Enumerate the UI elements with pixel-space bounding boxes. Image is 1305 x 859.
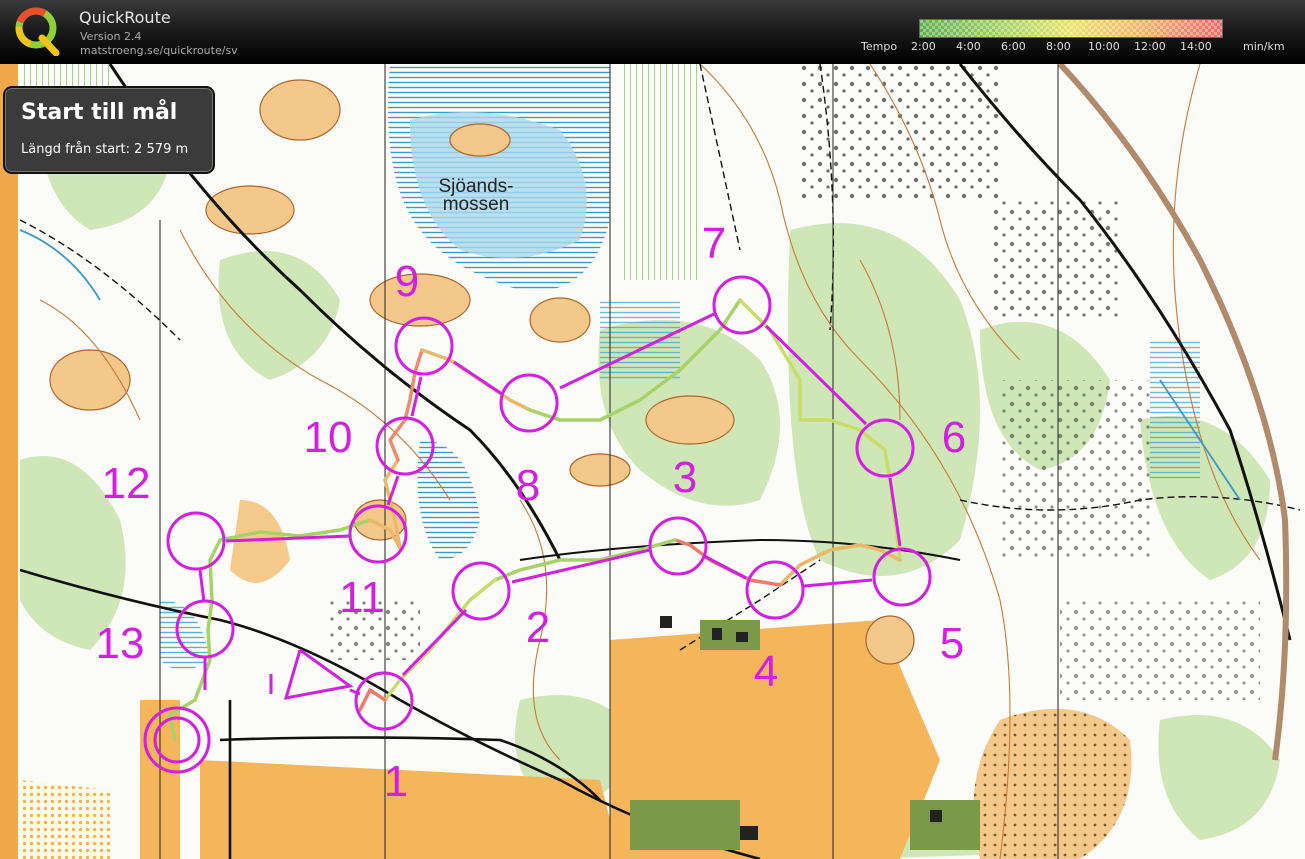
control-number: 4 xyxy=(754,647,778,696)
pace-tick: 8:00 xyxy=(1046,40,1071,53)
title-bar: QuickRoute Version 2.4 matstroeng.se/qui… xyxy=(0,0,1305,64)
undergrowth-area xyxy=(620,64,700,280)
info-length: Längd från start: 2 579 m xyxy=(21,142,189,157)
control-number: 3 xyxy=(673,453,697,502)
info-panel: Start till mål Längd från start: 2 579 m xyxy=(3,86,215,174)
stony-ground xyxy=(990,200,1120,320)
control-number: 12 xyxy=(102,459,151,508)
control-number: 6 xyxy=(942,413,966,462)
info-title: Start till mål xyxy=(21,100,178,125)
pace-tick: 6:00 xyxy=(1001,40,1026,53)
app-url[interactable]: matstroeng.se/quickroute/sv xyxy=(80,44,238,57)
pace-tick: 10:00 xyxy=(1088,40,1120,53)
control-number: 2 xyxy=(526,603,550,652)
marsh-area xyxy=(600,300,680,380)
control-number: 7 xyxy=(702,219,726,268)
control-number: 1 xyxy=(384,757,408,806)
pace-tick: 14:00 xyxy=(1180,40,1212,53)
stony-ground xyxy=(1000,380,1150,560)
quickroute-logo-icon xyxy=(15,7,60,56)
orienteering-map[interactable]: Sjöands- mossen 1 2 3 4 5 6 7 8 9 10 11 … xyxy=(0,64,1305,859)
stony-ground xyxy=(1060,600,1260,700)
stony-ground xyxy=(800,64,1000,200)
pace-tick: 4:00 xyxy=(956,40,981,53)
control-number: 10 xyxy=(304,413,353,462)
pace-tick: 12:00 xyxy=(1134,40,1166,53)
control-number: 13 xyxy=(96,619,145,668)
pace-tick: 2:00 xyxy=(911,40,936,53)
rough-open-land xyxy=(20,780,110,859)
control-number: 5 xyxy=(940,619,964,668)
map-edge xyxy=(0,64,18,859)
pace-color-legend xyxy=(919,19,1223,38)
control-number: 8 xyxy=(516,461,540,510)
app-version: Version 2.4 xyxy=(80,30,142,43)
tempo-label: Tempo xyxy=(861,40,898,53)
pace-unit-label: min/km xyxy=(1243,40,1285,53)
control-number: 11 xyxy=(339,573,385,622)
app-title: QuickRoute xyxy=(79,8,171,27)
control-number: 9 xyxy=(395,257,419,306)
place-name: mossen xyxy=(443,194,510,215)
